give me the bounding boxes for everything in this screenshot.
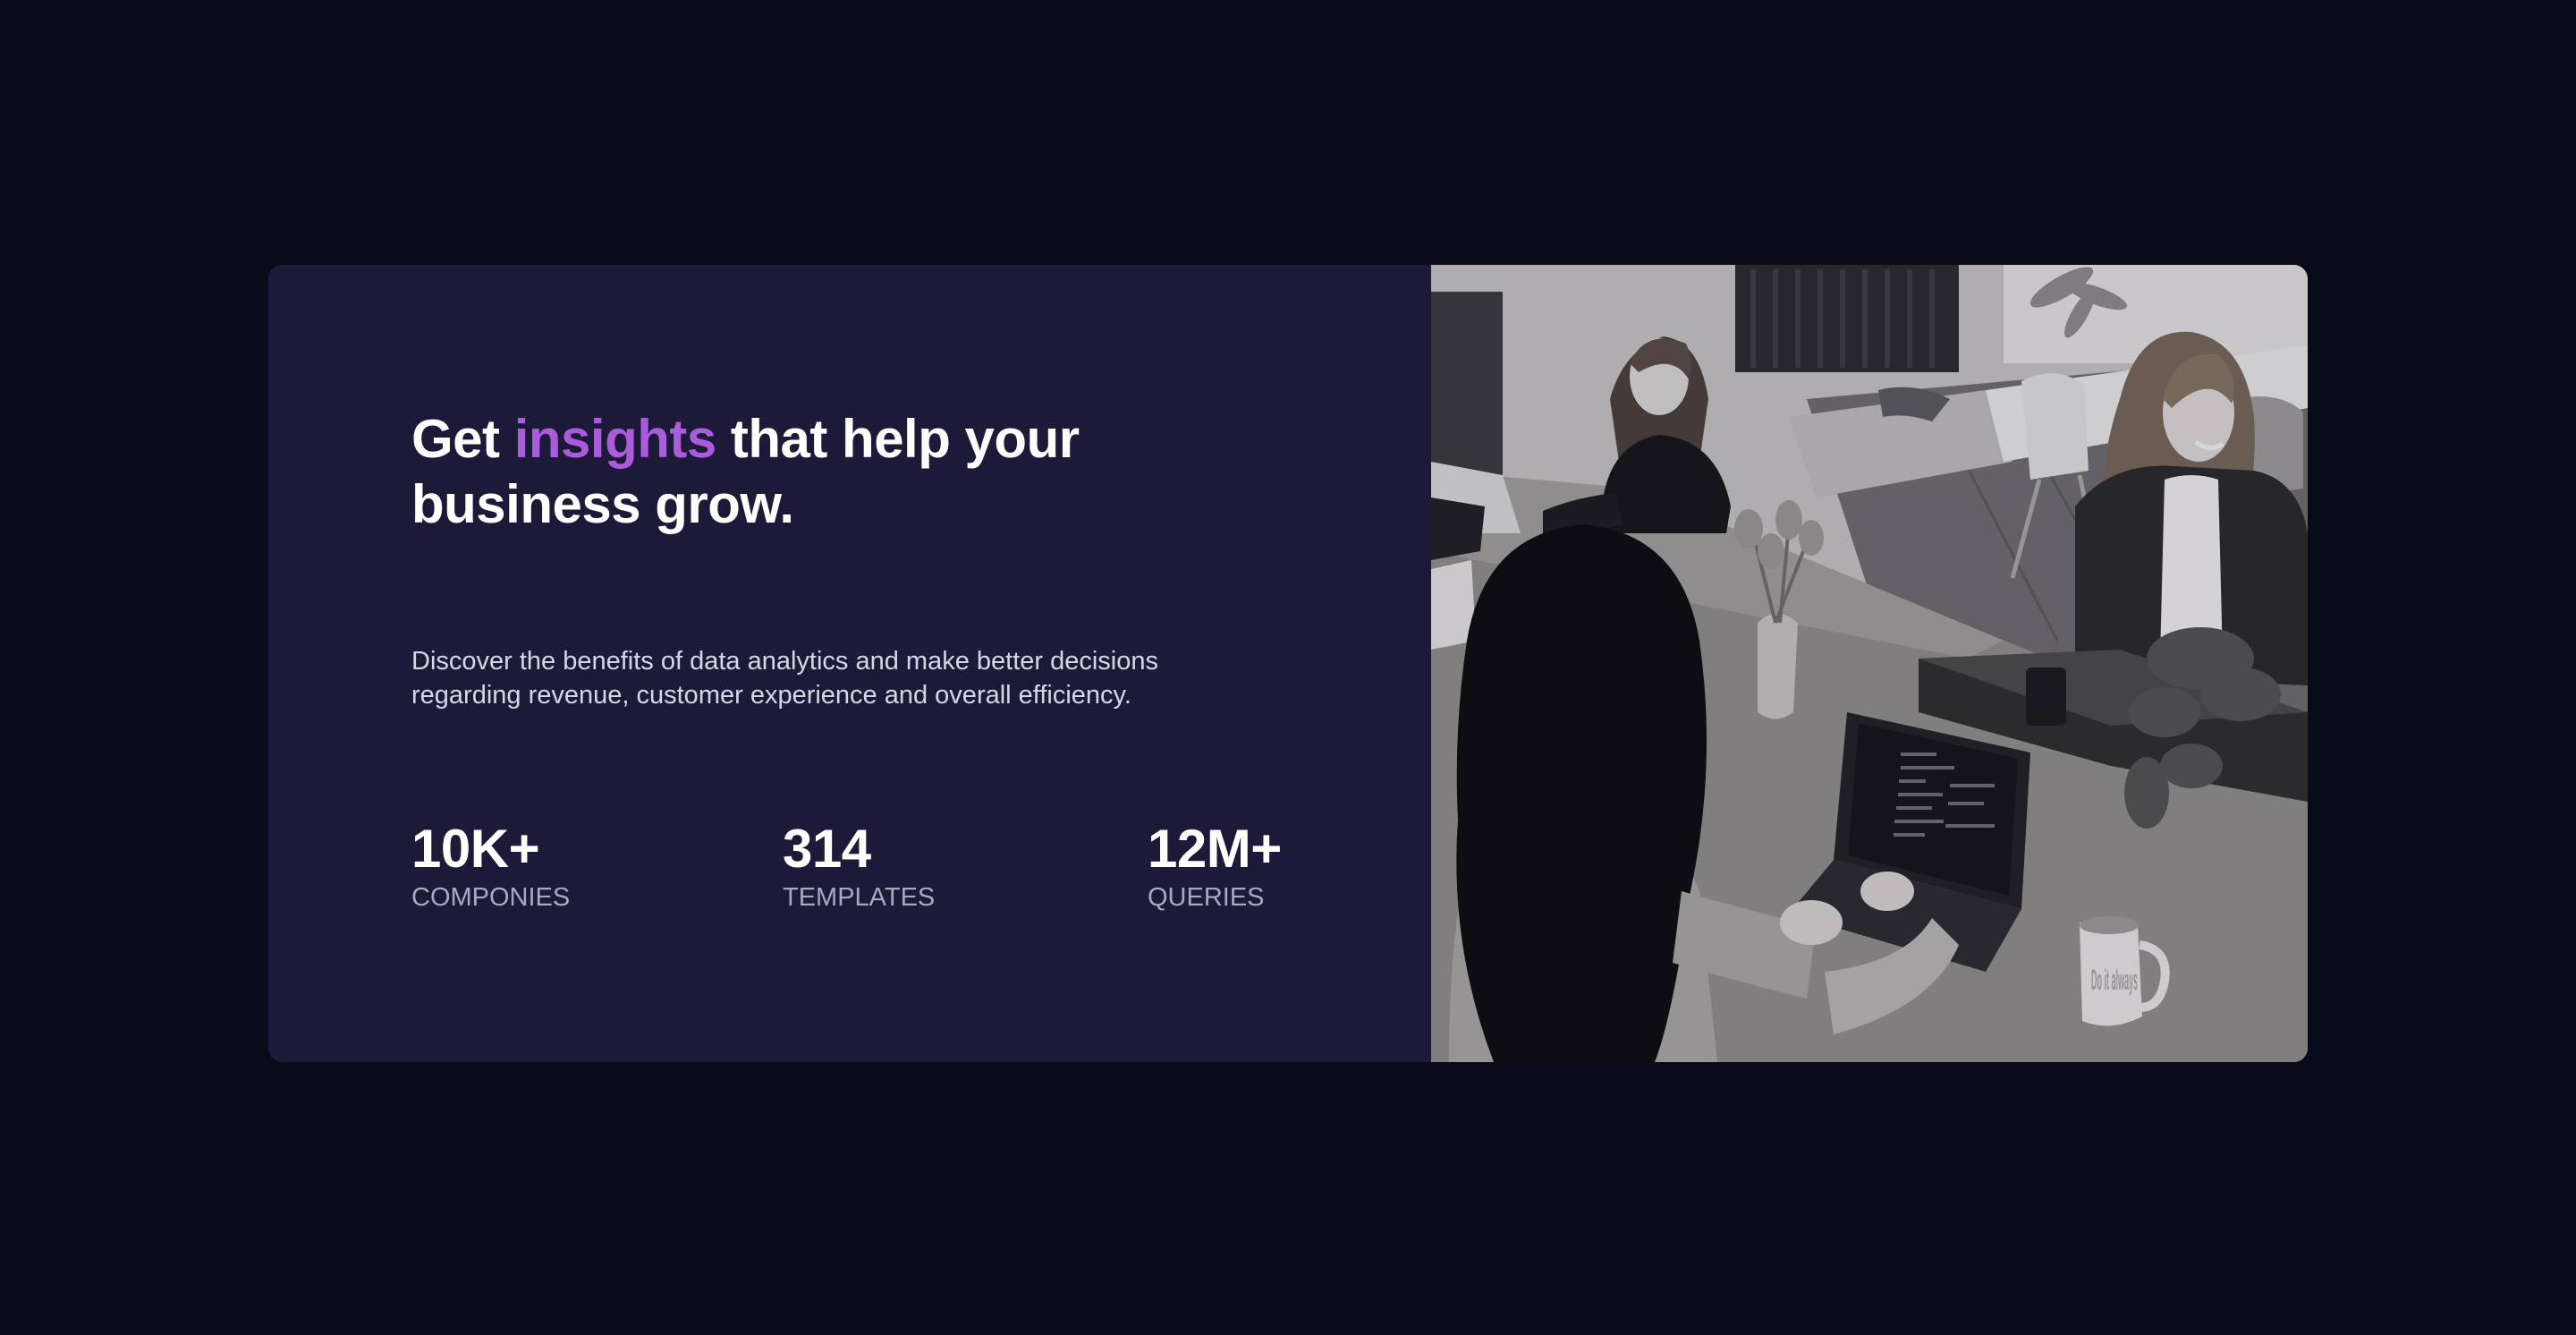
stat-label: COMPONIES xyxy=(411,883,571,912)
heading-accent-word: insights xyxy=(513,409,717,469)
hero-card: Get insights that help your business gro… xyxy=(268,265,2308,1062)
stat-value: 12M+ xyxy=(1148,819,1282,879)
stat-templates: 314 TEMPLATES xyxy=(783,818,935,913)
hero-description: Discover the benefits of data analytics … xyxy=(411,647,1159,710)
stat-label: TEMPLATES xyxy=(783,883,936,912)
stat-companies: 10K+ COMPONIES xyxy=(411,818,570,913)
stat-value: 314 xyxy=(783,819,871,879)
hero-content: Get insights that help your business gro… xyxy=(268,265,1431,1062)
hero-heading: Get insights that help your business gro… xyxy=(411,406,1216,537)
team-photo: Do it always xyxy=(1431,265,2308,1062)
office-meeting-illustration: Do it always xyxy=(1431,265,2308,1062)
stat-label: QUERIES xyxy=(1148,883,1265,912)
stat-value: 10K+ xyxy=(411,819,540,879)
heading-prefix: Get xyxy=(411,409,514,469)
stat-queries: 12M+ QUERIES xyxy=(1148,818,1282,913)
